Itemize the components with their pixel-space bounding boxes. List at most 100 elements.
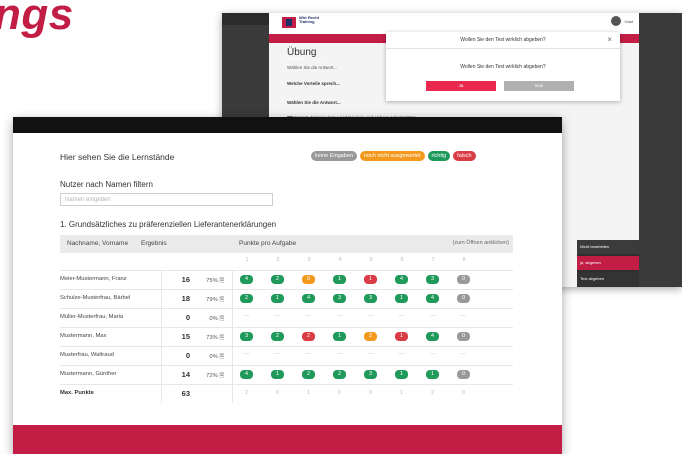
logo-text: Wirt Recht Training	[299, 15, 319, 24]
column-divider	[161, 290, 162, 308]
task-number: 4	[338, 257, 342, 263]
foreground-screenshot: Hier sehen Sie die Lernstände keine Eing…	[13, 117, 562, 454]
empty-points: —	[460, 313, 467, 319]
confirm-yes-button[interactable]: Ja	[426, 81, 496, 91]
task-number: 6	[400, 257, 404, 263]
points-badge[interactable]: 2	[302, 370, 315, 379]
points-badge[interactable]: 1	[271, 294, 284, 303]
points-badge[interactable]: 4	[426, 294, 439, 303]
side-item-submit-test[interactable]: Test abgeben	[577, 272, 639, 286]
side-item-not-edit[interactable]: Nicht bearbeiten	[577, 240, 639, 254]
dialog-message: Wollen Sie den Test wirklich abgeben?	[460, 64, 546, 70]
student-name: Schulze-Musterfrau, Bärbel	[60, 295, 131, 301]
dialog-title: Wollen Sie den Test wirklich abgeben?	[460, 37, 546, 43]
page-title: Übung	[287, 47, 317, 58]
task-number: 8	[462, 257, 466, 263]
task-number: 1	[245, 257, 249, 263]
column-divider	[161, 309, 162, 327]
points-badge[interactable]: 3	[333, 294, 346, 303]
score-value: 0	[185, 351, 190, 360]
points-badge[interactable]: 1	[271, 370, 284, 379]
empty-points: —	[243, 351, 250, 357]
score-value: 63	[181, 389, 190, 398]
points-badge[interactable]: 4	[240, 275, 253, 284]
points-badge[interactable]: 1	[395, 332, 408, 341]
legend-not-evaluated: noch nicht ausgewertet	[359, 151, 425, 161]
points-badge[interactable]: 4	[426, 332, 439, 341]
max-point-value: 1	[399, 390, 404, 396]
empty-points: —	[305, 313, 312, 319]
points-badge[interactable]: 2	[364, 332, 377, 341]
points-badge[interactable]: 0	[457, 275, 470, 284]
points-badge[interactable]: 1	[333, 332, 346, 341]
points-badge[interactable]: 2	[302, 332, 315, 341]
empty-points: —	[274, 313, 281, 319]
student-name: Meier-Mustermann, Franz	[60, 276, 127, 282]
header-result: Ergebnis	[141, 240, 167, 247]
empty-points: —	[243, 313, 250, 319]
points-badge[interactable]: 3	[364, 370, 377, 379]
column-divider	[232, 385, 233, 403]
points-badge[interactable]: 3	[364, 294, 377, 303]
score-value: 18	[181, 294, 190, 303]
header-name: Nachname, Vorname	[67, 240, 129, 247]
points-badge[interactable]: 0	[457, 332, 470, 341]
points-badge[interactable]: 1	[364, 275, 377, 284]
points-badge[interactable]: 2	[271, 275, 284, 284]
student-name: Müller-Musterfrau, Maria	[60, 314, 124, 320]
hero-heading-fragment: ngs	[0, 0, 74, 39]
table-row: Mustermann, Max 15 73% 🗎 3 2 2 1 2 1 4 0	[60, 327, 513, 346]
close-icon[interactable]: ×	[607, 35, 612, 44]
progress-page: Hier sehen Sie die Lernstände keine Eing…	[13, 133, 562, 425]
percent-doc-link[interactable]: 0% 🗎	[196, 314, 224, 324]
points-badge[interactable]: 2	[333, 370, 346, 379]
percent-doc-link[interactable]: 73% 🗎	[196, 333, 224, 343]
points-badge[interactable]: 0	[302, 275, 315, 284]
max-points-label: Max. Punkte	[60, 390, 94, 396]
points-badge[interactable]: 1	[395, 294, 408, 303]
points-badge[interactable]: 1	[395, 370, 408, 379]
status-legend: keine Eingaben noch nicht ausgewertet ri…	[311, 151, 476, 161]
table-title: 1. Grundsätzliches zu präferenziellen Li…	[60, 220, 277, 229]
score-value: 16	[181, 275, 190, 284]
empty-points: —	[429, 351, 436, 357]
table-row: Meier-Mustermann, Franz 16 75% 🗎 4 2 0 1 1 4 3 0	[60, 270, 513, 289]
user-label[interactable]: Gast	[625, 19, 633, 24]
table-header: Nachname, Vorname Ergebnis Punkte pro Au…	[60, 235, 513, 253]
score-value: 14	[181, 370, 190, 379]
percent-doc-link[interactable]: 75% 🗎	[196, 276, 224, 286]
intro-text: Wählen Sie die Antwort...	[287, 65, 338, 70]
max-point-value: 0	[368, 390, 373, 396]
question-text: Welche Vorteile sprech...	[287, 81, 340, 86]
table-row: Schulze-Musterfrau, Bärbel 18 79% 🗎 2 1 4 3 3 1 4…	[60, 289, 513, 308]
task-number: 5	[369, 257, 373, 263]
points-badge[interactable]: 3	[426, 275, 439, 284]
user-avatar-icon[interactable]	[611, 16, 621, 26]
points-badge[interactable]: 1	[426, 370, 439, 379]
column-divider	[161, 271, 162, 289]
points-badge[interactable]: 0	[457, 370, 470, 379]
footer-bar	[13, 425, 562, 454]
percent-doc-link[interactable]: 79% 🗎	[196, 295, 224, 305]
side-item-yes-submit[interactable]: ja, abgeben	[577, 256, 639, 270]
empty-points: —	[367, 351, 374, 357]
percent-doc-link[interactable]: 0% 🗎	[196, 352, 224, 362]
name-filter-input[interactable]	[60, 193, 273, 206]
top-bar	[13, 117, 562, 133]
empty-points: —	[460, 351, 467, 357]
column-divider	[161, 385, 162, 403]
points-badge[interactable]: 2	[271, 332, 284, 341]
filter-label: Nutzer nach Namen filtern	[60, 180, 153, 189]
confirm-no-button[interactable]: nein	[504, 81, 574, 91]
task-number-row: 1 2 3 4 5 6 7 8	[60, 257, 513, 269]
points-badge[interactable]: 4	[240, 370, 253, 379]
percent-doc-link[interactable]: 72% 🗎	[196, 371, 224, 381]
points-badge[interactable]: 2	[240, 294, 253, 303]
points-badge[interactable]: 4	[395, 275, 408, 284]
points-badge[interactable]: 0	[457, 294, 470, 303]
points-badge[interactable]: 1	[333, 275, 346, 284]
points-badge[interactable]: 4	[302, 294, 315, 303]
empty-points: —	[398, 313, 405, 319]
points-badge[interactable]: 3	[240, 332, 253, 341]
max-point-value: 0	[275, 390, 280, 396]
